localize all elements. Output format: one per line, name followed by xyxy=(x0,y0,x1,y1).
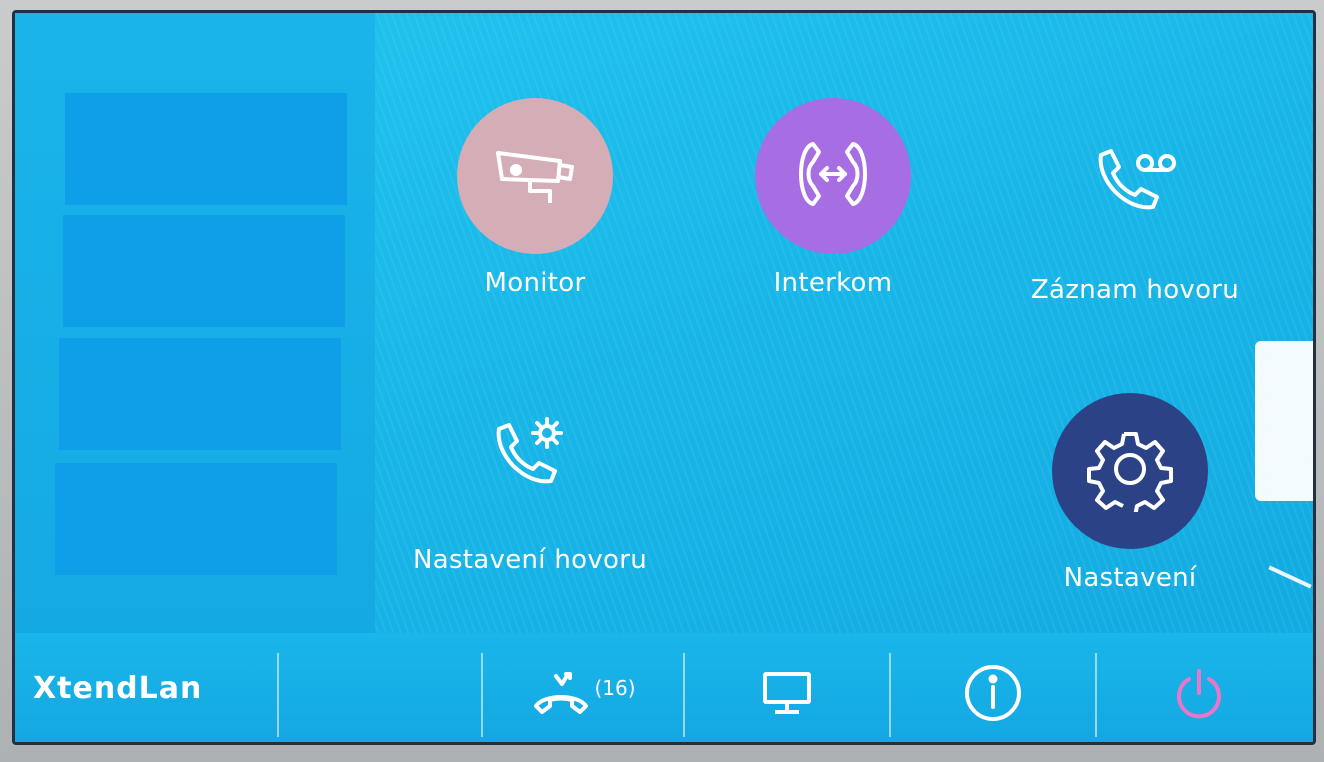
voicemail-phone-icon xyxy=(1087,141,1183,225)
nastaveni-label: Nastavení xyxy=(1063,563,1197,593)
side-dash xyxy=(1268,565,1312,589)
camera-icon xyxy=(490,139,580,213)
zaznam-label: Záznam hovoru xyxy=(1030,275,1240,305)
monitor-circle[interactable] xyxy=(457,98,613,254)
menu-interkom[interactable]: Interkom xyxy=(723,98,943,298)
left-slot-1[interactable] xyxy=(65,93,347,205)
gear-icon xyxy=(1087,426,1173,517)
menu-monitor[interactable]: Monitor xyxy=(435,98,635,298)
taskbar-divider xyxy=(277,653,279,737)
xtendlan-logo: XtendLan xyxy=(33,670,203,706)
info-button[interactable] xyxy=(893,653,1093,737)
missed-calls-count: (16) xyxy=(594,676,636,700)
power-icon xyxy=(1171,665,1227,725)
missed-call-icon xyxy=(530,668,592,722)
taskbar-divider xyxy=(683,653,685,737)
interkom-label: Interkom xyxy=(773,268,893,298)
taskbar-divider xyxy=(1095,653,1097,737)
left-slot-4[interactable] xyxy=(55,463,337,575)
power-button[interactable] xyxy=(1099,653,1299,737)
monitor-button[interactable] xyxy=(687,653,887,737)
info-icon xyxy=(963,663,1023,727)
nastaveni-hovoru-label: Nastavení hovoru xyxy=(412,545,648,575)
left-slot-2[interactable] xyxy=(63,215,345,327)
nastaveni-hovoru-circle[interactable] xyxy=(452,375,608,531)
menu-nastaveni-hovoru[interactable]: Nastavení hovoru xyxy=(385,375,675,575)
nastaveni-circle[interactable] xyxy=(1052,393,1208,549)
left-slot-3[interactable] xyxy=(59,338,341,450)
taskbar-divider xyxy=(481,653,483,737)
monitor-icon xyxy=(761,670,813,720)
intercom-screen: Monitor Interkom Záznam hovoru Nastavení… xyxy=(12,10,1316,745)
zaznam-circle[interactable] xyxy=(1057,105,1213,261)
taskbar-divider xyxy=(889,653,891,737)
side-panel-tab[interactable] xyxy=(1255,341,1313,501)
interkom-circle[interactable] xyxy=(755,98,911,254)
menu-nastaveni[interactable]: Nastavení xyxy=(1025,393,1235,593)
menu-zaznam-hovoru[interactable]: Záznam hovoru xyxy=(1000,105,1270,305)
left-panel xyxy=(15,13,375,633)
taskbar: XtendLan (16) xyxy=(15,633,1313,742)
phone-settings-icon xyxy=(485,411,575,495)
monitor-label: Monitor xyxy=(484,268,586,298)
intercom-icon xyxy=(783,134,883,218)
missed-calls-button[interactable]: (16) xyxy=(485,653,681,737)
